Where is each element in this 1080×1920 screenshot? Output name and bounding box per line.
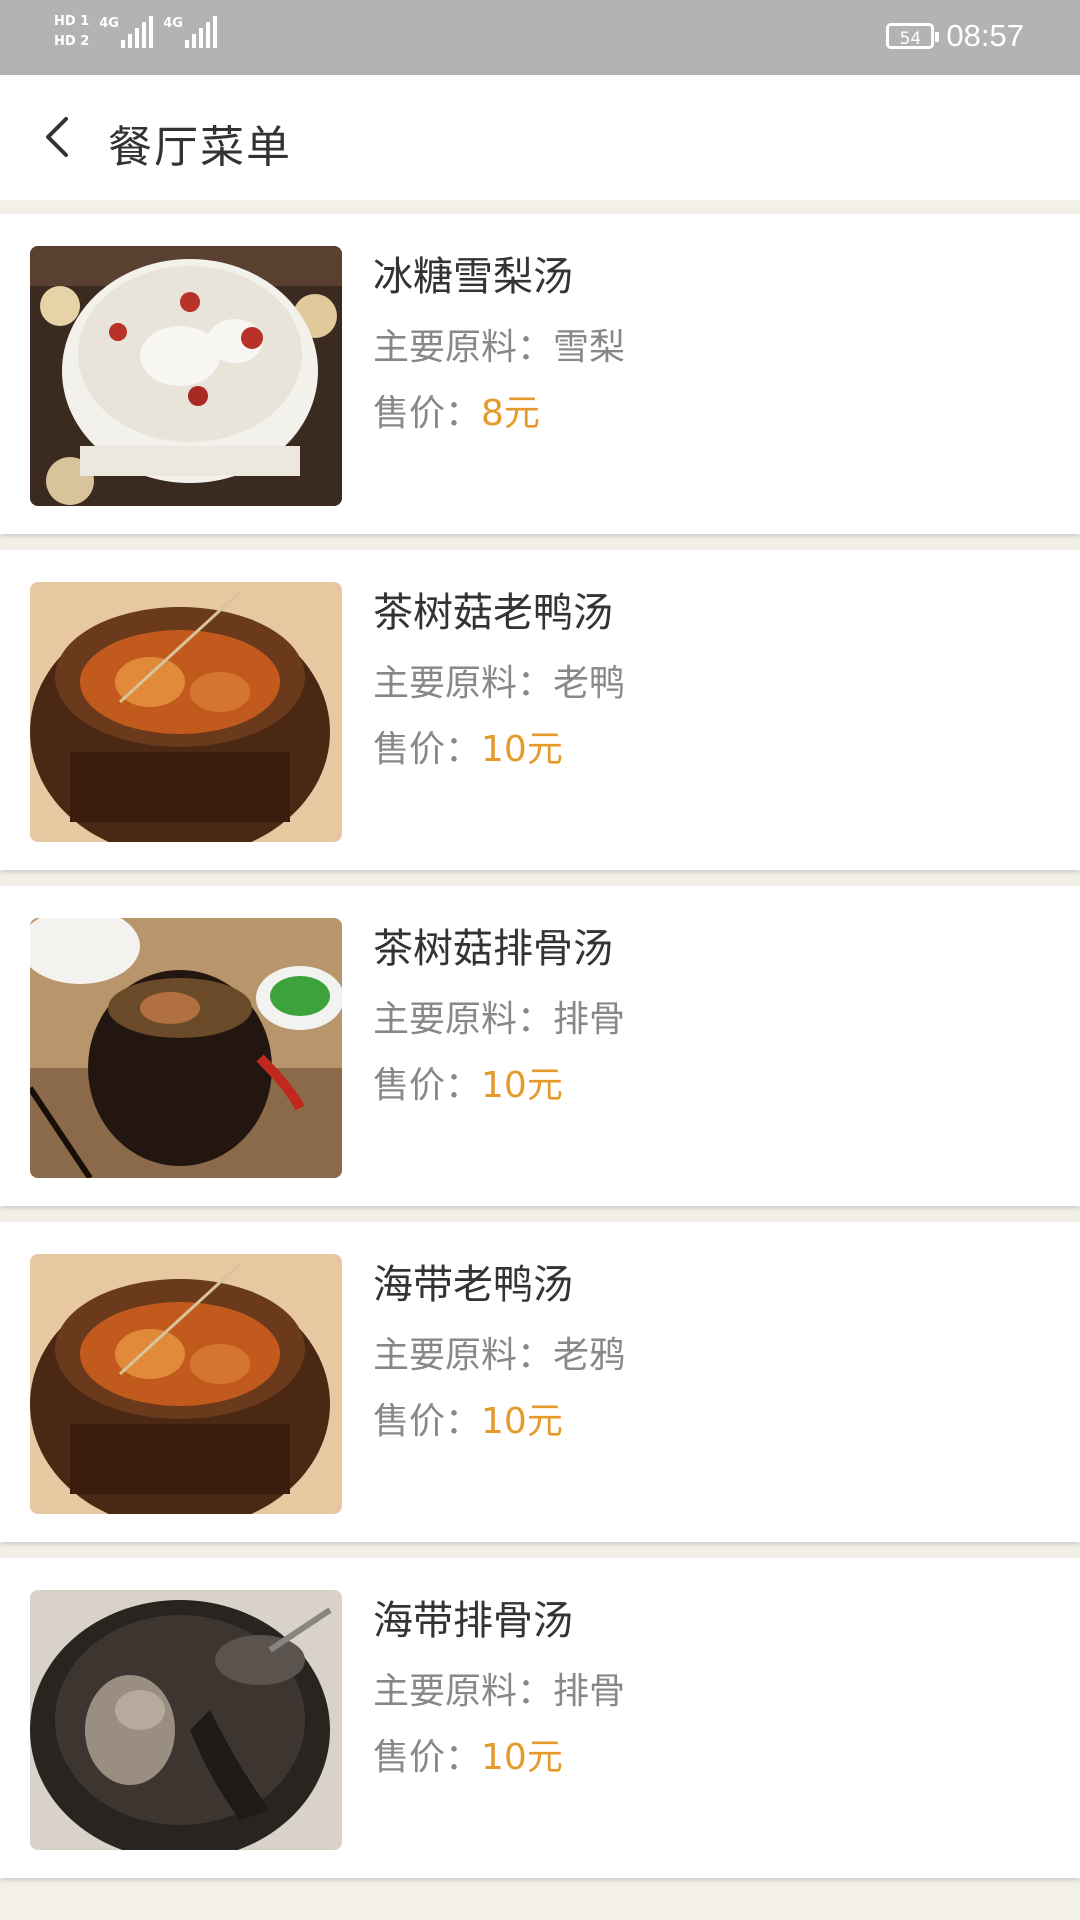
status-bar: HD 1 HD 2 4G 4G 54 08:57 <box>0 0 1080 75</box>
signal-1-icon: 4G <box>99 14 154 48</box>
price-label: 售价： <box>373 393 482 434</box>
menu-item[interactable]: 海带排骨汤 主要原料：排骨 售价：10元 <box>0 1558 1080 1878</box>
menu-item[interactable]: 冰糖雪梨汤 主要原料：雪梨 售价：8元 <box>0 214 1080 534</box>
dish-price: 售价：10元 <box>373 1392 563 1444</box>
dish-name: 茶树菇排骨汤 <box>373 926 613 972</box>
menu-item[interactable]: 茶树菇老鸭汤 主要原料：老鸭 售价：10元 <box>0 550 1080 870</box>
price-label: 售价： <box>373 1065 482 1106</box>
hd1-label: HD 1 <box>54 14 90 29</box>
menu-item[interactable]: 海带老鸭汤 主要原料：老鸦 售价：10元 <box>0 1222 1080 1542</box>
price-label: 售价： <box>373 729 482 770</box>
dish-ingredient: 主要原料：雪梨 <box>373 318 625 370</box>
chevron-left-icon <box>46 117 68 157</box>
net1-label: 4G <box>99 16 119 31</box>
price-label: 售价： <box>373 1401 482 1442</box>
dish-image <box>30 918 342 1178</box>
dish-image <box>30 1254 342 1514</box>
dish-image <box>30 1590 342 1850</box>
menu-item[interactable]: 茶树菇排骨汤 主要原料：排骨 售价：10元 <box>0 886 1080 1206</box>
ingredient-value: 老鸦 <box>553 1335 626 1376</box>
ingredient-label: 主要原料： <box>373 663 554 704</box>
dish-name: 海带老鸭汤 <box>373 1262 573 1308</box>
dish-ingredient: 主要原料：排骨 <box>373 1662 625 1714</box>
clock: 08:57 <box>946 18 1024 53</box>
dish-image <box>30 246 342 506</box>
dish-name: 冰糖雪梨汤 <box>373 254 573 300</box>
price-value: 8元 <box>481 393 540 434</box>
signal-2-icon: 4G <box>163 14 218 48</box>
ingredient-value: 排骨 <box>553 999 626 1040</box>
ingredient-label: 主要原料： <box>373 999 554 1040</box>
ingredient-value: 老鸭 <box>553 663 626 704</box>
signal-group: HD 1 HD 2 4G 4G <box>54 14 218 50</box>
app-bar: 餐厅菜单 <box>0 75 1080 200</box>
price-label: 售价： <box>373 1737 482 1778</box>
battery-level: 54 <box>899 29 922 49</box>
dish-price: 售价：10元 <box>373 720 563 772</box>
dish-ingredient: 主要原料：老鸦 <box>373 1326 625 1378</box>
battery-icon: 54 <box>886 23 940 49</box>
back-button[interactable] <box>38 115 82 159</box>
ingredient-value: 排骨 <box>553 1671 626 1712</box>
price-value: 10元 <box>481 1737 563 1778</box>
price-value: 10元 <box>481 1065 563 1106</box>
hd-indicators: HD 1 HD 2 <box>54 14 89 50</box>
price-value: 10元 <box>481 1401 563 1442</box>
ingredient-value: 雪梨 <box>553 327 626 368</box>
price-value: 10元 <box>481 729 563 770</box>
page-title: 餐厅菜单 <box>108 122 292 173</box>
ingredient-label: 主要原料： <box>373 327 554 368</box>
net2-label: 4G <box>163 16 183 31</box>
ingredient-label: 主要原料： <box>373 1671 554 1712</box>
dish-price: 售价：10元 <box>373 1056 563 1108</box>
dish-image <box>30 582 342 842</box>
menu-list: 冰糖雪梨汤 主要原料：雪梨 售价：8元 茶树菇老鸭汤 主要原料：老鸭 售价：10… <box>0 214 1080 1894</box>
dish-name: 海带排骨汤 <box>373 1598 573 1644</box>
dish-ingredient: 主要原料：老鸭 <box>373 654 625 706</box>
ingredient-label: 主要原料： <box>373 1335 554 1376</box>
hd2-label: HD 2 <box>54 34 90 49</box>
dish-ingredient: 主要原料：排骨 <box>373 990 625 1042</box>
dish-name: 茶树菇老鸭汤 <box>373 590 613 636</box>
dish-price: 售价：10元 <box>373 1728 563 1780</box>
dish-price: 售价：8元 <box>373 384 540 436</box>
